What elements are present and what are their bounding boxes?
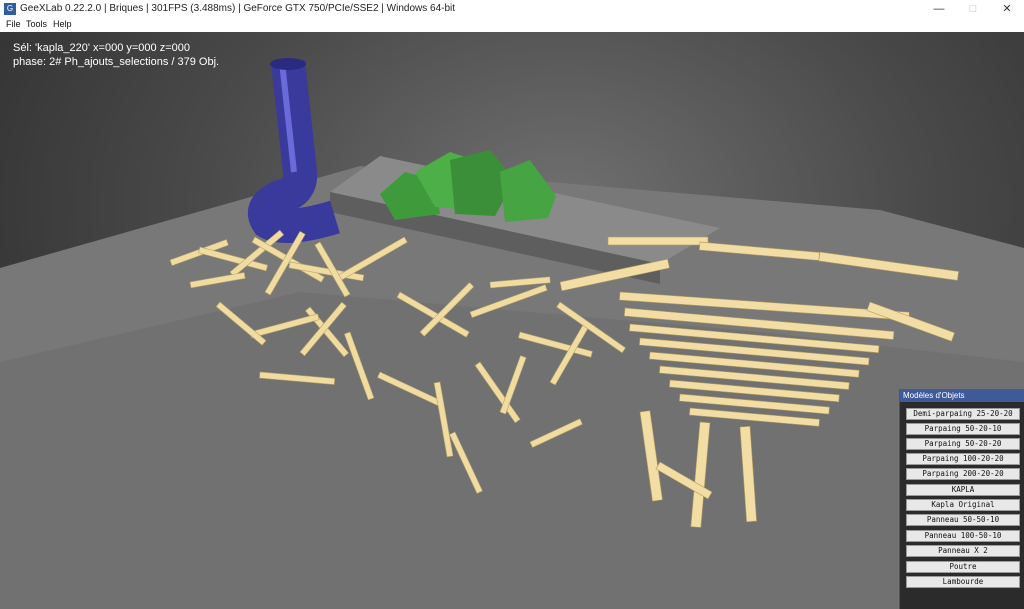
- menu-tools[interactable]: Tools: [26, 19, 47, 29]
- menu-file[interactable]: File: [6, 19, 21, 29]
- blue-tube-opening: [270, 58, 306, 70]
- phase-readout: phase: 2# Ph_ajouts_selections / 379 Obj…: [13, 56, 220, 68]
- model-button-poutre[interactable]: Poutre: [906, 561, 1020, 573]
- model-button-parpaing-100-20-20[interactable]: Parpaing 100-20-20: [906, 453, 1020, 465]
- model-button-parpaing-50-20-20[interactable]: Parpaing 50-20-20: [906, 438, 1020, 450]
- menu-bar: File Tools Help: [0, 18, 1024, 32]
- model-button-panneau-x2[interactable]: Panneau X 2: [906, 545, 1020, 557]
- model-button-parpaing-50-20-10[interactable]: Parpaing 50-20-10: [906, 423, 1020, 435]
- close-button[interactable]: ✕: [990, 0, 1024, 18]
- object-models-panel: Modèles d'Objets Demi-parpaing 25-20-20 …: [899, 389, 1024, 609]
- maximize-button[interactable]: □: [956, 0, 990, 18]
- menu-help[interactable]: Help: [53, 19, 72, 29]
- model-button-panneau-100-50-10[interactable]: Panneau 100-50-10: [906, 530, 1020, 542]
- model-button-panneau-50-50-10[interactable]: Panneau 50-50-10: [906, 514, 1020, 526]
- model-button-lambourde[interactable]: Lambourde: [906, 576, 1020, 588]
- app-icon: G: [4, 3, 16, 15]
- panel-title: Modèles d'Objets: [900, 389, 1024, 402]
- selection-readout: Sél: 'kapla_220' x=000 y=000 z=000: [13, 42, 190, 54]
- minimize-button[interactable]: —: [922, 0, 956, 18]
- 3d-viewport[interactable]: Sél: 'kapla_220' x=000 y=000 z=000 phase…: [0, 32, 1024, 609]
- window-title: GeeXLab 0.22.2.0 | Briques | 301FPS (3.4…: [20, 3, 456, 14]
- model-button-kapla-original[interactable]: Kapla Original: [906, 499, 1020, 511]
- green-rock: [500, 160, 556, 222]
- title-bar: G GeeXLab 0.22.2.0 | Briques | 301FPS (3…: [0, 0, 1024, 19]
- model-button-kapla[interactable]: KAPLA: [906, 484, 1020, 496]
- model-button-parpaing-200-20-20[interactable]: Parpaing 200-20-20: [906, 468, 1020, 480]
- 3d-scene: [0, 58, 1024, 609]
- model-button-demi-parpaing[interactable]: Demi-parpaing 25-20-20: [906, 408, 1020, 420]
